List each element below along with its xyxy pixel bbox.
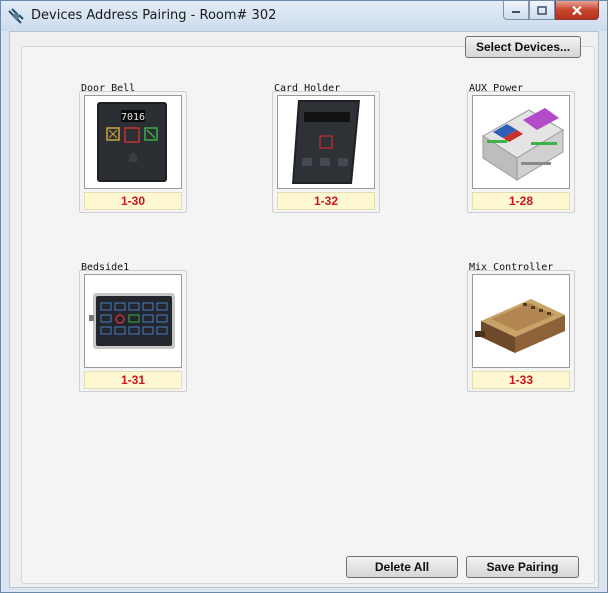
title-bar[interactable]: Devices Address Pairing - Room# 302 <box>1 1 607 31</box>
window-title: Devices Address Pairing - Room# 302 <box>31 8 277 23</box>
device-name: Door Bell <box>81 83 136 94</box>
svg-text:7016: 7016 <box>121 112 145 123</box>
maximize-button[interactable] <box>529 1 555 20</box>
mix-controller-icon <box>472 274 570 368</box>
save-pairing-button[interactable]: Save Pairing <box>466 556 579 578</box>
device-name: Bedside1 <box>81 262 130 273</box>
device-door-bell[interactable]: Door Bell 7016 1-30 <box>79 83 187 213</box>
minimize-icon <box>512 11 520 13</box>
select-devices-button[interactable]: Select Devices... <box>465 36 581 58</box>
minimize-button[interactable] <box>503 1 529 20</box>
bedside-panel-icon <box>84 274 182 368</box>
device-address: 1-32 <box>277 192 375 210</box>
aux-power-module-icon <box>472 95 570 189</box>
door-bell-panel-icon: 7016 <box>84 95 182 189</box>
pairing-window: Devices Address Pairing - Room# 302 Sele… <box>0 0 608 593</box>
window-controls <box>503 1 599 20</box>
device-address: 1-30 <box>84 192 182 210</box>
maximize-icon <box>537 5 547 15</box>
device-mix-controller[interactable]: Mix Controller 1-33 <box>467 262 575 392</box>
device-name: AUX Power <box>469 83 524 94</box>
device-aux-power[interactable]: AUX Power 1-28 <box>467 83 575 213</box>
device-bedside1[interactable]: Bedside1 1-31 <box>79 262 187 392</box>
app-icon <box>8 8 24 24</box>
device-name: Mix Controller <box>469 262 554 273</box>
device-address: 1-31 <box>84 371 182 389</box>
delete-all-button[interactable]: Delete All <box>346 556 458 578</box>
card-holder-icon <box>277 95 375 189</box>
device-name: Card Holder <box>274 83 341 94</box>
device-card-holder[interactable]: Card Holder 1-32 <box>272 83 380 213</box>
device-address: 1-33 <box>472 371 570 389</box>
close-button[interactable] <box>555 1 599 20</box>
device-address: 1-28 <box>472 192 570 210</box>
close-icon <box>572 5 582 15</box>
